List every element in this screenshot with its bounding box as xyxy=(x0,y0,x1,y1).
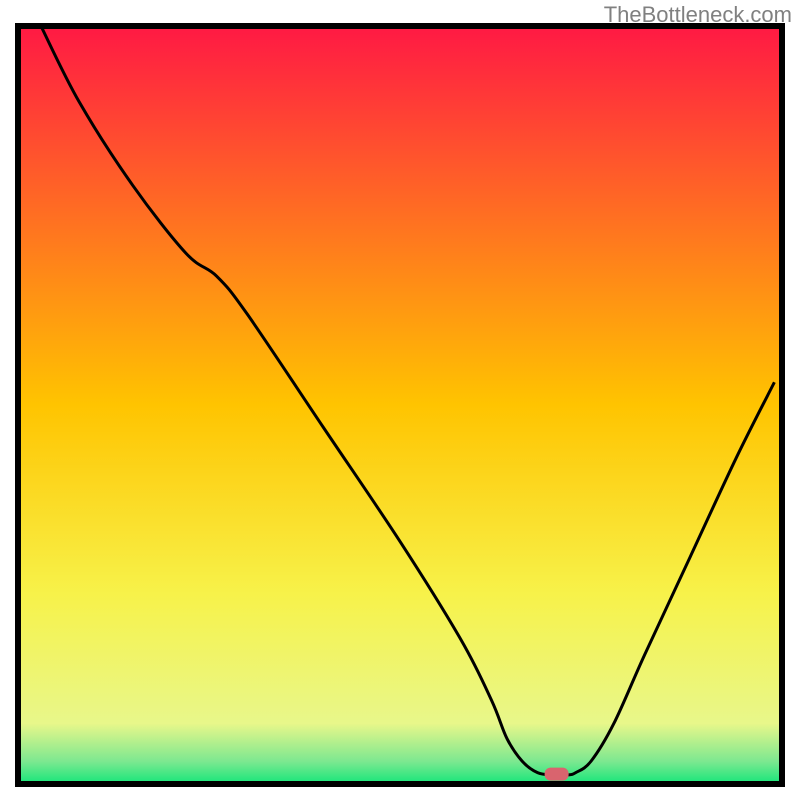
watermark-text: TheBottleneck.com xyxy=(604,2,792,28)
bottleneck-chart xyxy=(0,0,800,800)
chart-container: { "watermark": "TheBottleneck.com", "cha… xyxy=(0,0,800,800)
